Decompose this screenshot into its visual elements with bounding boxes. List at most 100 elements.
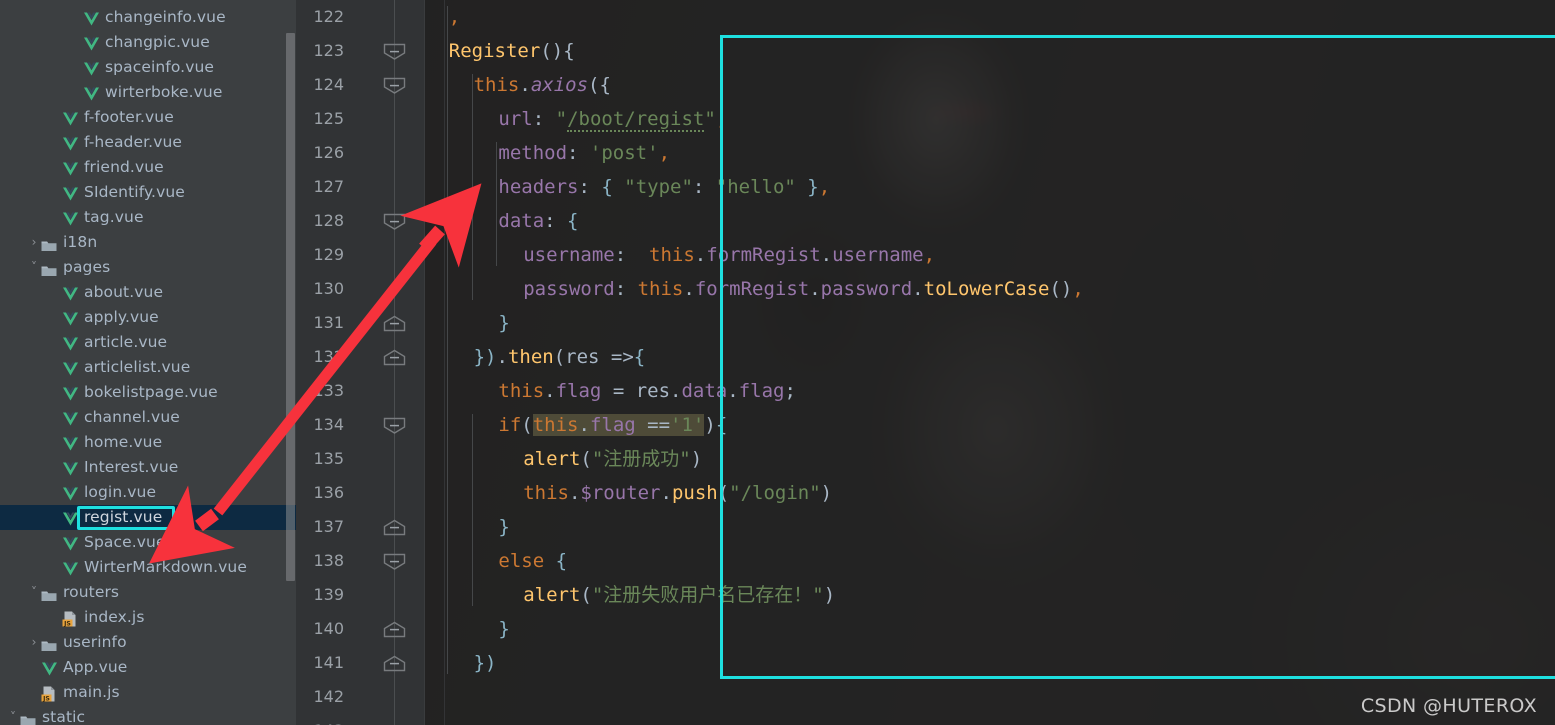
tree-item[interactable]: WirterMarkdown.vue (0, 555, 296, 580)
svg-text:JS: JS (63, 620, 71, 627)
tree-item[interactable]: f-footer.vue (0, 105, 296, 130)
tree-item-selected[interactable]: regist.vue (0, 505, 296, 530)
tree-item-label: channel.vue (84, 408, 180, 426)
tree-item[interactable]: App.vue (0, 655, 296, 680)
tree-item[interactable]: changeinfo.vue (0, 5, 296, 30)
code-line[interactable]: password: this.formRegist.password.toLow… (523, 272, 1084, 306)
tree-item[interactable]: channel.vue (0, 405, 296, 430)
code-line[interactable]: this.flag = res.data.flag; (498, 374, 796, 408)
line-number: 130 (313, 279, 344, 298)
tree-item-label: home.vue (84, 433, 163, 451)
tree-item[interactable]: apply.vue (0, 305, 296, 330)
tree-item[interactable]: ˅ pages (0, 255, 296, 280)
tree-item[interactable]: home.vue (0, 430, 296, 455)
fold-collapse-up-icon[interactable] (382, 621, 407, 638)
fold-collapse-up-icon[interactable] (382, 519, 407, 536)
tree-item[interactable]: Interest.vue (0, 455, 296, 480)
tree-item[interactable]: ˅ static (0, 705, 296, 725)
tree-item-label: i18n (63, 233, 98, 251)
code-line[interactable]: url: "/boot/regist", (498, 102, 727, 136)
code-line[interactable]: data: { (498, 204, 578, 238)
tree-item[interactable]: tag.vue (0, 205, 296, 230)
tree-item-label: SIdentify.vue (84, 183, 185, 201)
line-number: 128 (313, 211, 344, 230)
fold-collapse-down-icon[interactable] (382, 417, 407, 434)
tree-item[interactable]: SIdentify.vue (0, 180, 296, 205)
code-line[interactable]: } (498, 510, 509, 544)
tree-item[interactable]: f-header.vue (0, 130, 296, 155)
tree-item-label: f-footer.vue (84, 108, 174, 126)
code-content[interactable]: , Register(){this.axios({url: "/boot/regi… (424, 0, 1555, 725)
code-line[interactable]: if(this.flag =='1'){ (498, 408, 727, 442)
line-number: 132 (313, 347, 344, 366)
tree-item[interactable]: spaceinfo.vue (0, 55, 296, 80)
code-line[interactable]: alert("注册失败用户名已存在！") (523, 578, 835, 612)
code-line[interactable]: this.axios({ (474, 68, 611, 102)
indent-guide (471, 414, 473, 606)
fold-collapse-down-icon[interactable] (382, 553, 407, 570)
fold-collapse-up-icon[interactable] (382, 349, 407, 366)
tree-item-label: article.vue (84, 333, 168, 351)
code-line[interactable]: method: 'post', (498, 136, 670, 170)
chevron-down-icon[interactable]: ˅ (27, 580, 41, 605)
code-line[interactable]: Register(){ (449, 34, 575, 68)
tree-item[interactable]: JS main.js (0, 680, 296, 705)
vue-file-icon (41, 660, 58, 676)
code-line[interactable]: headers: { "type": "hello" }, (498, 170, 830, 204)
vue-file-icon (62, 535, 79, 551)
code-line[interactable]: } (498, 612, 509, 646)
chevron-down-icon[interactable]: ˅ (6, 705, 20, 725)
vue-file-icon (62, 435, 79, 451)
tree-item[interactable]: JS index.js (0, 605, 296, 630)
folder-icon (41, 236, 57, 251)
code-editor[interactable]: 122 123 124 125 126 127 128 129 130 131 132 133 134 1… (296, 0, 1555, 725)
chevron-right-icon[interactable]: › (27, 230, 41, 255)
sidebar-scrollbar[interactable] (286, 33, 295, 581)
code-line[interactable]: this.$router.push("/login") (523, 476, 832, 510)
line-number: 136 (313, 483, 344, 502)
tree-item[interactable]: about.vue (0, 280, 296, 305)
tree-item[interactable]: friend.vue (0, 155, 296, 180)
tree-item[interactable]: article.vue (0, 330, 296, 355)
code-line[interactable]: alert("注册成功") (523, 442, 702, 476)
folder-icon (20, 711, 36, 725)
fold-collapse-up-icon[interactable] (382, 655, 407, 672)
ide-window: changeinfo.vue changpic.vue spaceinfo.vue w… (0, 0, 1555, 725)
tree-item-label: about.vue (84, 283, 164, 301)
tree-item-label: Space.vue (84, 533, 166, 551)
tree-item-label: Interest.vue (84, 458, 179, 476)
tree-item[interactable]: › userinfo (0, 630, 296, 655)
fold-collapse-down-icon[interactable] (382, 213, 407, 230)
tree-item[interactable]: wirterboke.vue (0, 80, 296, 105)
tree-item-label: friend.vue (84, 158, 164, 176)
project-tree-panel[interactable]: changeinfo.vue changpic.vue spaceinfo.vue w… (0, 0, 296, 725)
vue-file-icon (62, 310, 79, 326)
code-line[interactable]: } (498, 306, 509, 340)
tree-item[interactable]: login.vue (0, 480, 296, 505)
code-line[interactable]: , (449, 0, 460, 34)
line-number: 127 (313, 177, 344, 196)
code-line[interactable]: else { (498, 544, 567, 578)
chevron-down-icon[interactable]: ˅ (27, 255, 41, 280)
tree-item-label: WirterMarkdown.vue (84, 558, 247, 576)
code-line[interactable]: }).then(res =>{ (474, 340, 646, 374)
vue-file-icon (62, 385, 79, 401)
vue-file-icon (62, 285, 79, 301)
code-line[interactable]: }) (474, 646, 497, 680)
tree-item-label: changpic.vue (105, 33, 210, 51)
line-number: 137 (313, 517, 344, 536)
fold-collapse-up-icon[interactable] (382, 315, 407, 332)
fold-collapse-down-icon[interactable] (382, 77, 407, 94)
tree-item[interactable]: Space.vue (0, 530, 296, 555)
tree-item[interactable]: articlelist.vue (0, 355, 296, 380)
vue-file-icon (62, 510, 79, 526)
tree-item[interactable]: ˅ routers (0, 580, 296, 605)
tree-item[interactable]: bokelistpage.vue (0, 380, 296, 405)
fold-collapse-down-icon[interactable] (382, 43, 407, 60)
tree-item[interactable]: › i18n (0, 230, 296, 255)
editor-gutter[interactable]: 122 123 124 125 126 127 128 129 130 131 132 133 134 1… (296, 0, 424, 725)
code-line[interactable]: username: this.formRegist.username, (523, 238, 935, 272)
svg-text:JS: JS (42, 695, 50, 702)
chevron-right-icon[interactable]: › (27, 630, 41, 655)
tree-item[interactable]: changpic.vue (0, 30, 296, 55)
